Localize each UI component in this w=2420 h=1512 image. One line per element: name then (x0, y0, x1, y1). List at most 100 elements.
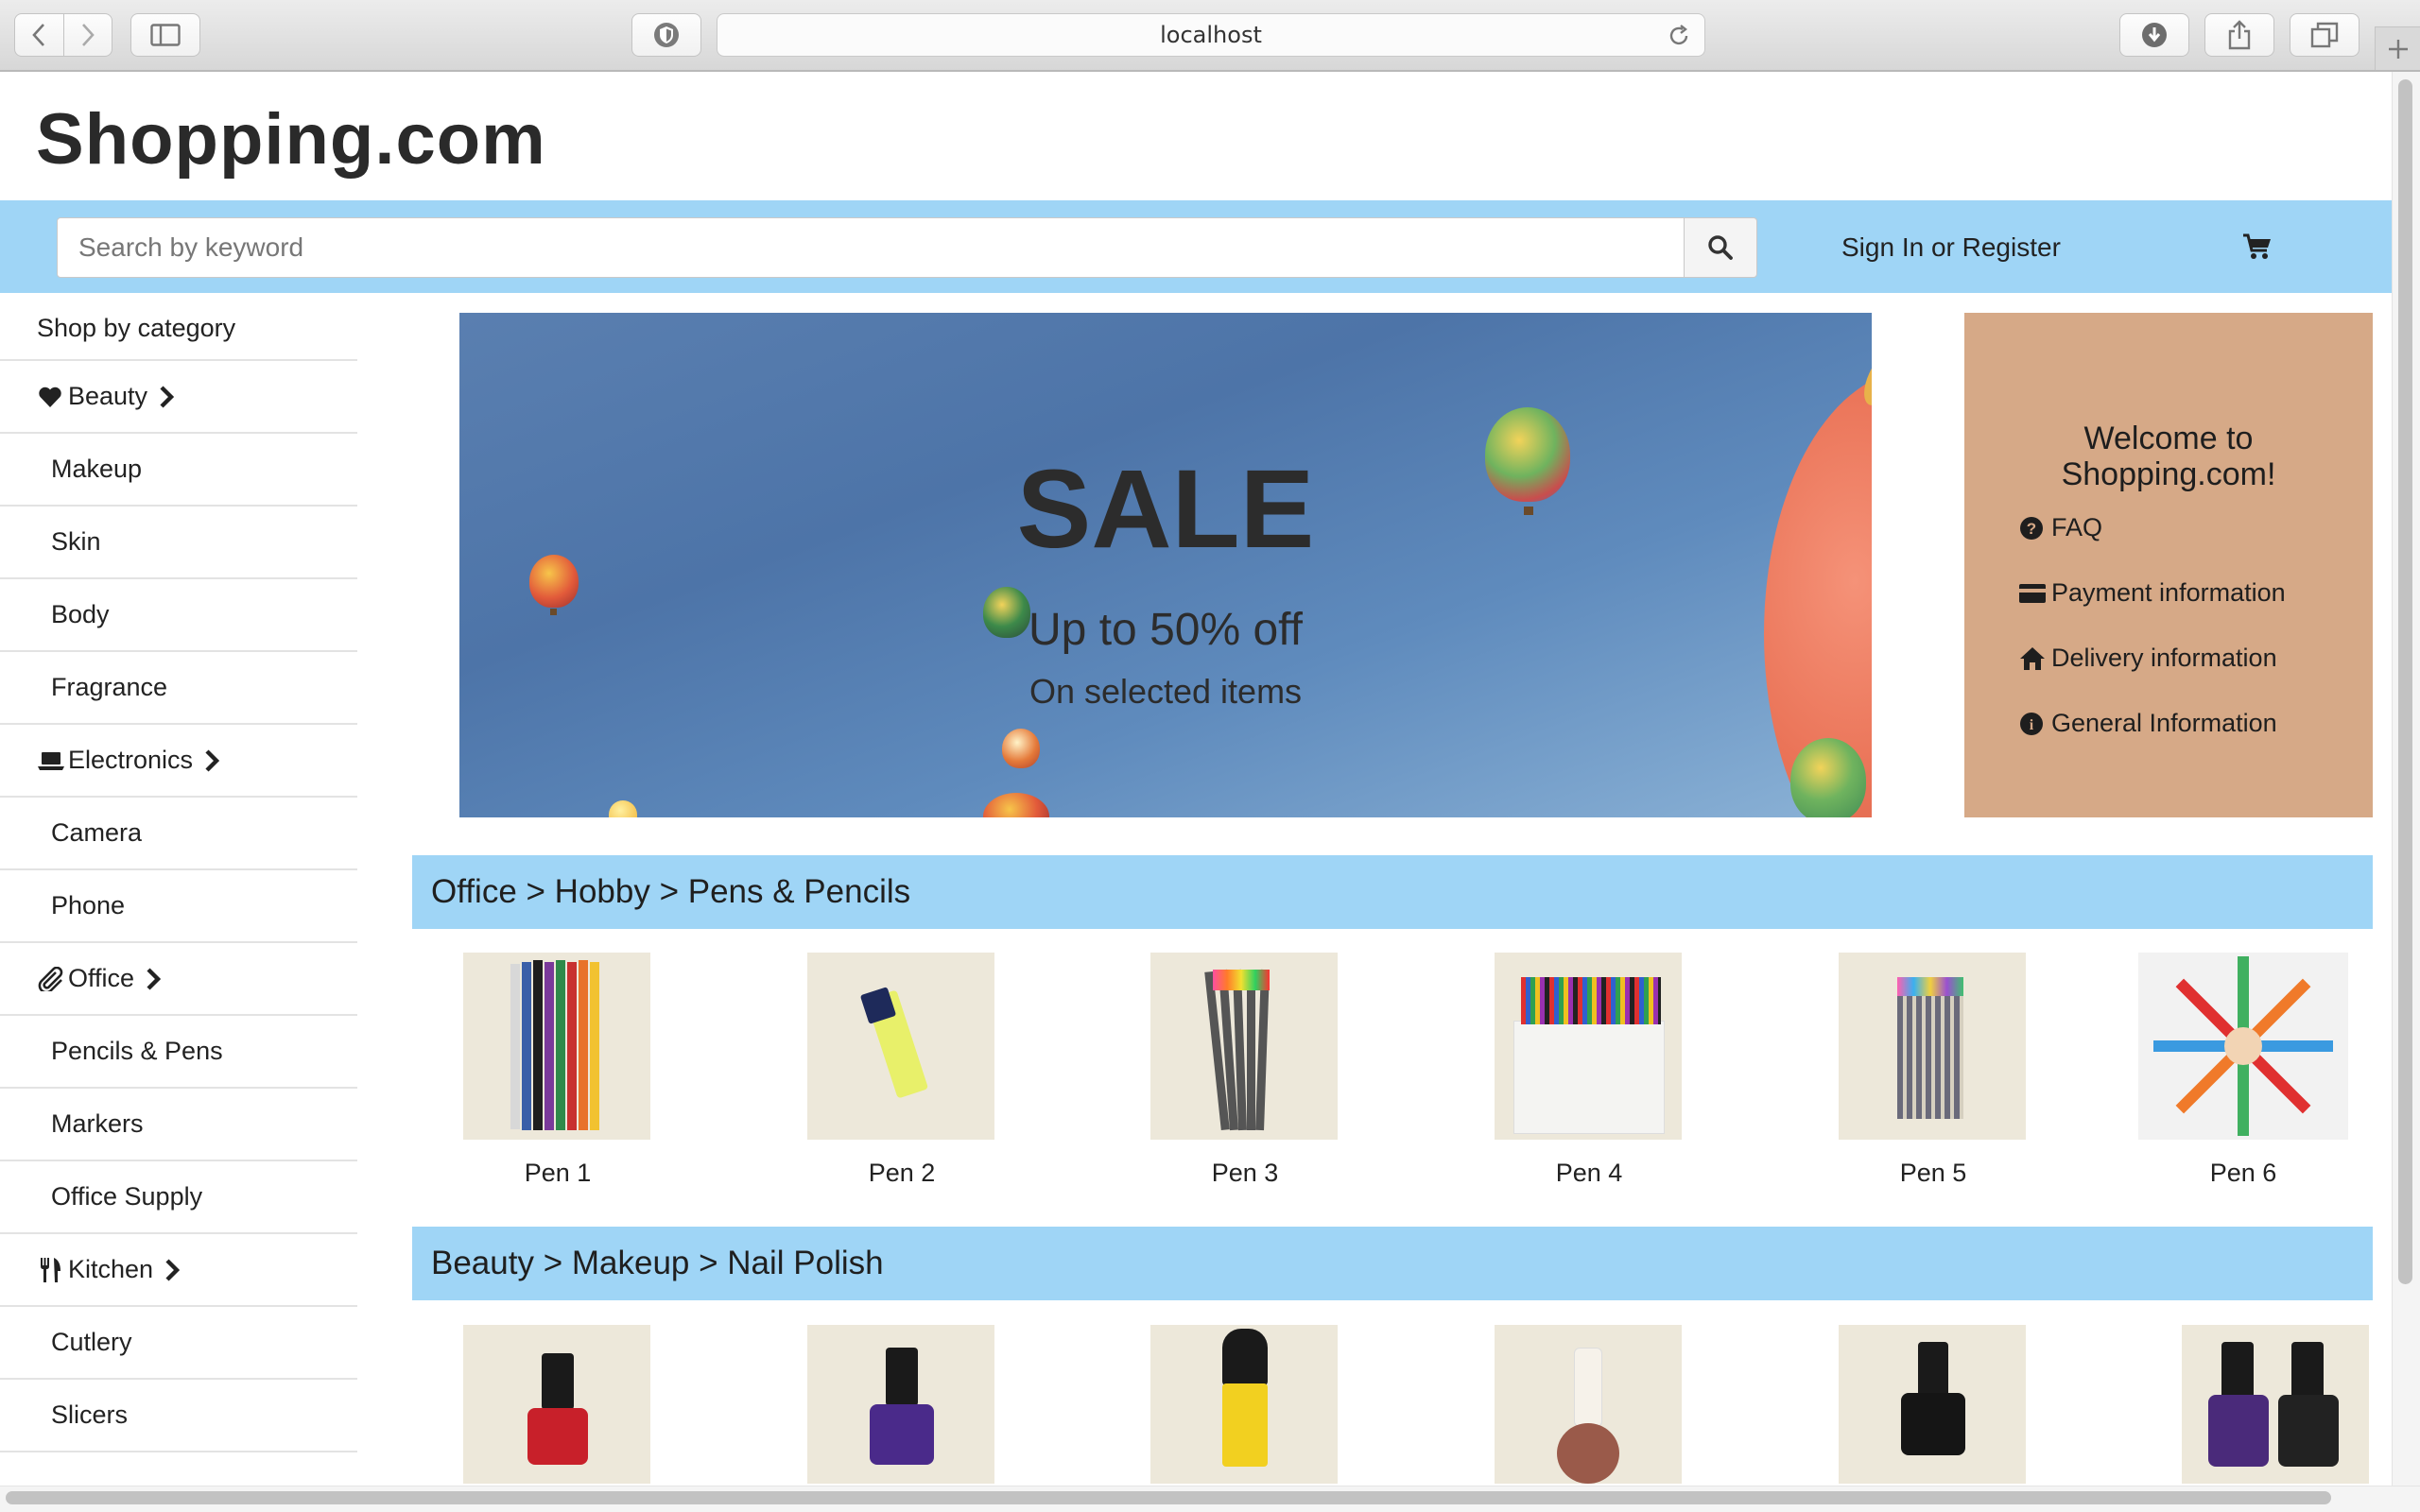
product-card[interactable]: Pen 3 (1150, 953, 1340, 1188)
address-bar[interactable]: localhost (717, 13, 1705, 57)
product-card[interactable] (1150, 1325, 1340, 1484)
product-card[interactable]: Pen 2 (807, 953, 996, 1188)
question-circle-icon: ? (2020, 516, 2043, 540)
product-card[interactable]: Pen 6 (2138, 953, 2348, 1188)
laptop-icon (38, 751, 64, 770)
sidebar-item-slicers[interactable]: Slicers (0, 1380, 357, 1452)
chevron-left-icon (32, 24, 45, 46)
tabs-overview-button[interactable] (2290, 13, 2360, 57)
sale-banner[interactable]: SALE Up to 50% off On selected items (459, 313, 1872, 817)
product-name: Pen 4 (1555, 1159, 1623, 1187)
product-image (807, 953, 994, 1140)
svg-text:?: ? (2027, 520, 2036, 538)
banner-note: On selected items (1028, 672, 1303, 711)
product-image (1495, 1325, 1682, 1484)
general-info-label: General Information (2051, 709, 2277, 737)
chevron-right-icon (205, 748, 220, 772)
paperclip-icon (38, 966, 63, 991)
share-icon (2228, 20, 2251, 50)
sign-in-link[interactable]: Sign In or Register (1841, 232, 2061, 263)
sidebar-item-markers[interactable]: Markers (0, 1089, 357, 1161)
download-icon (2142, 23, 2167, 47)
sidebar-category-electronics[interactable]: Electronics (0, 725, 357, 798)
heart-icon (39, 387, 61, 407)
payment-info-label: Payment information (2051, 578, 2286, 607)
product-card[interactable] (2182, 1325, 2371, 1484)
info-circle-icon: i (2020, 712, 2043, 735)
product-card[interactable] (463, 1325, 652, 1484)
sidebar-item-pencils-pens[interactable]: Pencils & Pens (0, 1016, 357, 1089)
product-image (1839, 1325, 2026, 1484)
back-button[interactable] (15, 14, 63, 56)
faq-link[interactable]: ? FAQ (2019, 513, 2102, 542)
general-info-link[interactable]: i General Information (2019, 709, 2277, 738)
nav-buttons (14, 13, 112, 57)
site-logo[interactable]: Shopping.com (36, 98, 546, 180)
product-name: Pen 6 (2209, 1159, 2277, 1187)
product-image (1150, 1325, 1338, 1484)
faq-label: FAQ (2051, 513, 2103, 541)
reload-button[interactable] (1667, 24, 1691, 54)
tabs-icon (2310, 22, 2339, 48)
cutlery-icon (41, 1257, 60, 1282)
product-card[interactable]: Pen 4 (1495, 953, 1684, 1188)
sidebar-item-cutlery[interactable]: Cutlery (0, 1307, 357, 1380)
sidebar-category-label: Beauty (68, 382, 148, 410)
product-card[interactable]: Pen 1 (463, 953, 652, 1188)
product-image (1150, 953, 1338, 1140)
new-tab-button[interactable] (2375, 26, 2420, 70)
section-breadcrumb[interactable]: Beauty > Makeup > Nail Polish (412, 1227, 2373, 1300)
search-input[interactable] (57, 217, 1685, 278)
reload-icon (1669, 25, 1688, 45)
search-icon (1708, 235, 1733, 260)
delivery-info-link[interactable]: Delivery information (2019, 644, 2277, 673)
product-card[interactable] (1839, 1325, 2028, 1484)
plus-icon (2388, 39, 2408, 59)
horizontal-scrollbar-thumb[interactable] (6, 1491, 2331, 1504)
product-card[interactable]: Pen 5 (1839, 953, 2028, 1188)
welcome-title: Welcome to Shopping.com! (1964, 421, 2373, 492)
search-button[interactable] (1684, 217, 1757, 278)
downloads-button[interactable] (2119, 13, 2189, 57)
product-name: Pen 3 (1211, 1159, 1279, 1187)
sidebar-item-makeup[interactable]: Makeup (0, 434, 357, 507)
product-card[interactable] (807, 1325, 996, 1484)
product-image (1839, 953, 2026, 1140)
svg-text:i: i (2030, 717, 2034, 733)
product-image (2182, 1325, 2369, 1484)
sidebar-category-office[interactable]: Office (0, 943, 357, 1016)
product-image (1495, 953, 1682, 1140)
home-icon (2020, 646, 2045, 670)
sidebar-icon (150, 24, 181, 46)
banner-subtitle: Up to 50% off (1028, 605, 1303, 655)
share-button[interactable] (2204, 13, 2274, 57)
section-breadcrumb[interactable]: Office > Hobby > Pens & Pencils (412, 855, 2373, 929)
balloon-image (609, 800, 637, 817)
balloon-image (983, 793, 1049, 817)
sidebar-item-office-supply[interactable]: Office Supply (0, 1161, 357, 1234)
sidebar-item-phone[interactable]: Phone (0, 870, 357, 943)
sidebar-category-label: Electronics (68, 746, 194, 774)
sidebar-heading: Shop by category (0, 299, 357, 361)
sidebar-toggle-button[interactable] (130, 13, 200, 57)
banner-title: SALE (1016, 447, 1315, 572)
product-card[interactable] (1495, 1325, 1684, 1484)
cart-button[interactable] (2242, 232, 2273, 265)
payment-info-link[interactable]: Payment information (2019, 578, 2286, 608)
sidebar-category-label: Kitchen (68, 1255, 154, 1283)
privacy-button[interactable] (631, 13, 701, 57)
balloon-image (1002, 729, 1040, 768)
vertical-scrollbar-thumb[interactable] (2398, 79, 2412, 1284)
welcome-title-line: Shopping.com! (2061, 456, 2276, 492)
sidebar-item-skin[interactable]: Skin (0, 507, 357, 579)
sidebar-category-kitchen[interactable]: Kitchen (0, 1234, 357, 1307)
chevron-right-icon (147, 967, 162, 990)
privacy-shield-icon (654, 23, 679, 47)
sidebar-item-body[interactable]: Body (0, 579, 357, 652)
sidebar-category-label: Office (68, 964, 135, 992)
sidebar-item-fragrance[interactable]: Fragrance (0, 652, 357, 725)
forward-button[interactable] (62, 14, 112, 56)
credit-card-icon (2019, 583, 2046, 603)
sidebar-category-beauty[interactable]: Beauty (0, 361, 357, 434)
sidebar-item-camera[interactable]: Camera (0, 798, 357, 870)
